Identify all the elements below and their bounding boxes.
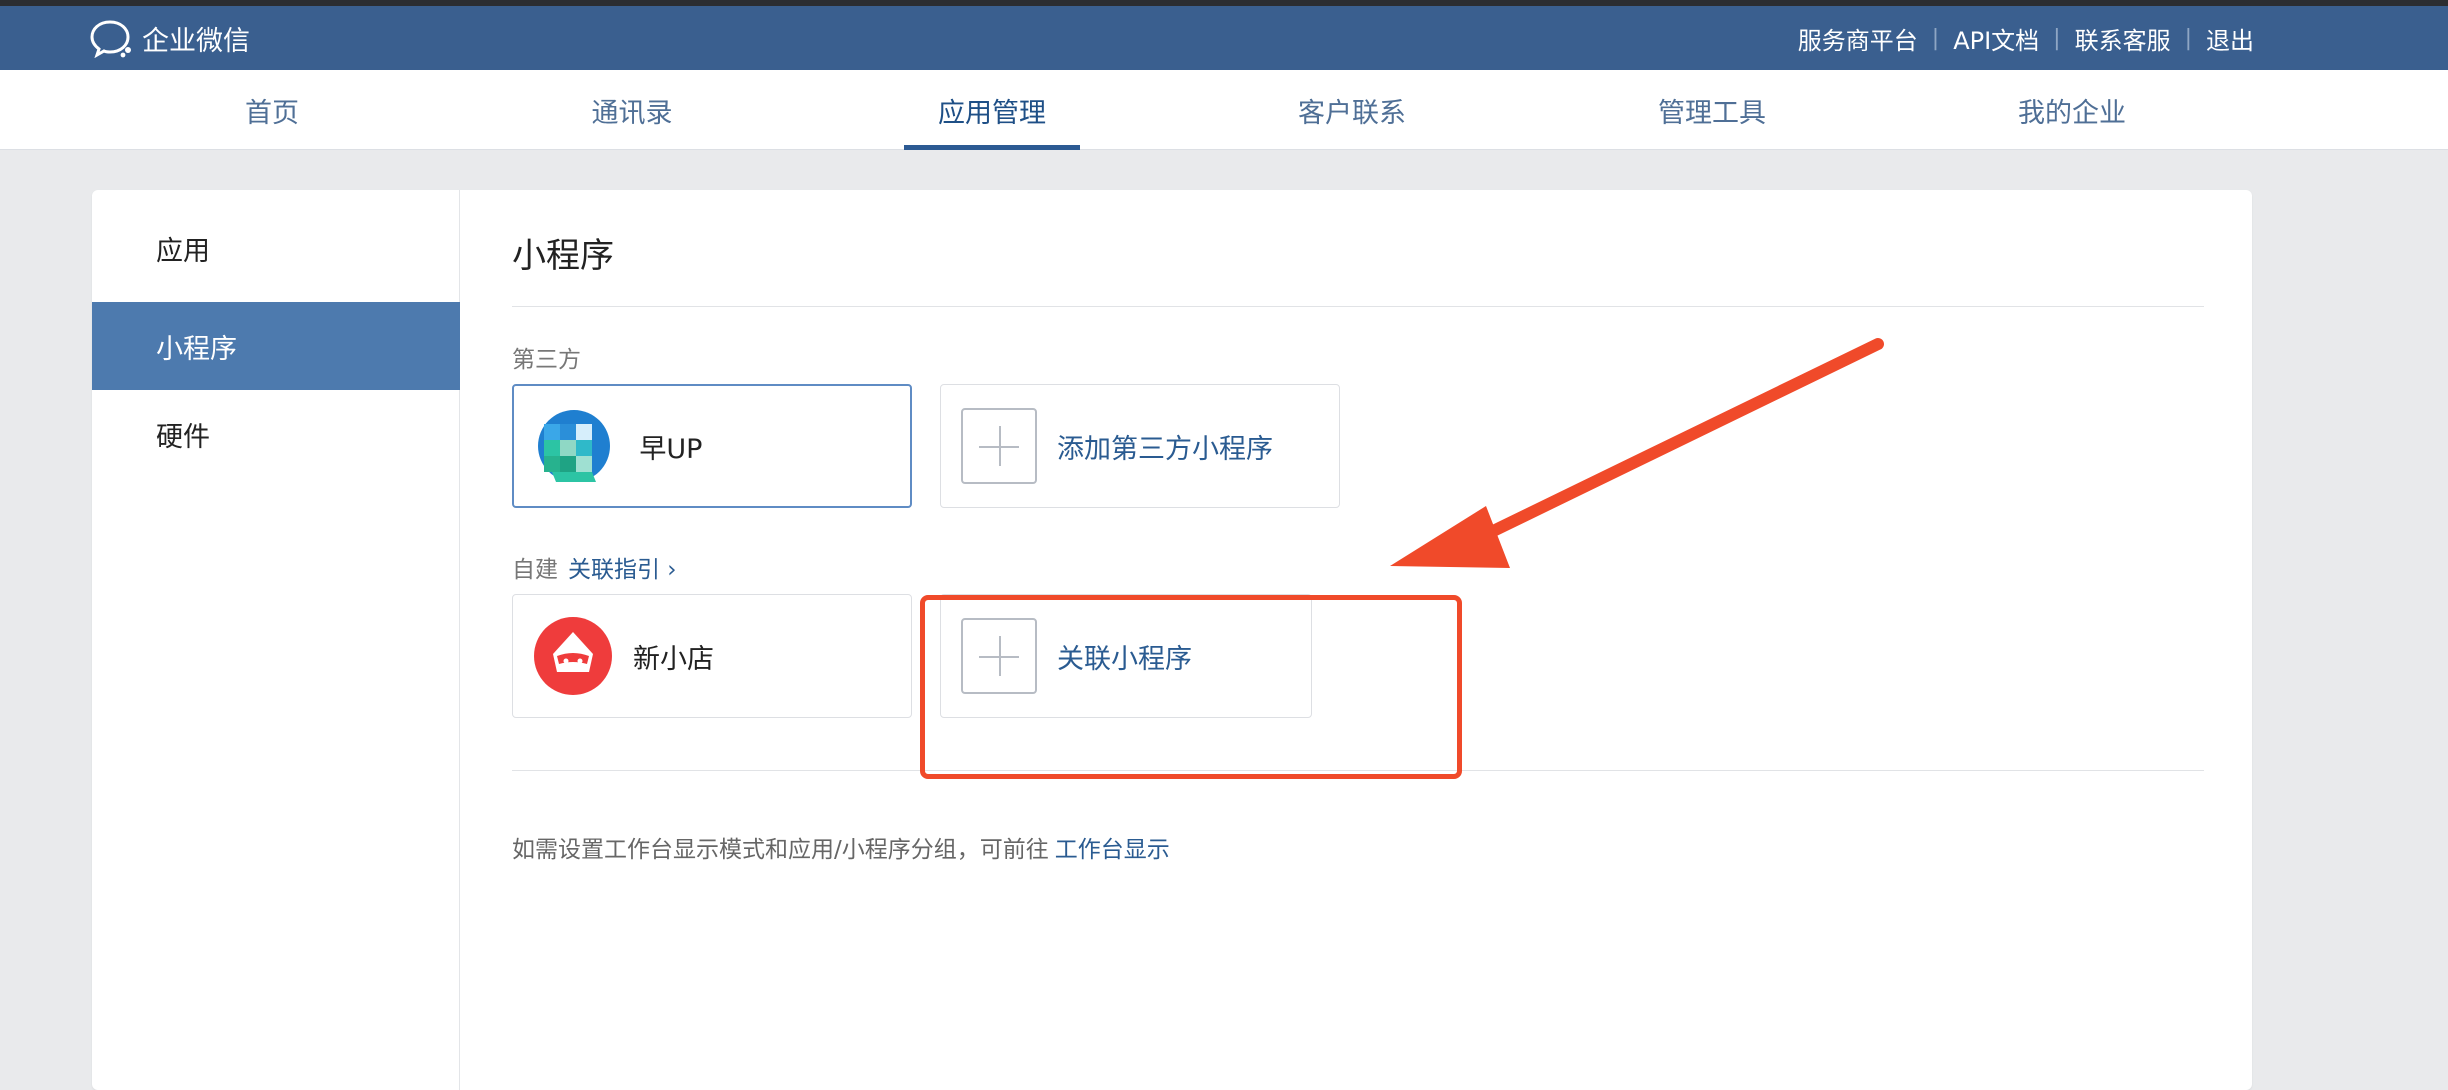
wecom-logo-icon	[90, 20, 131, 58]
link-mini-program-label: 关联小程序	[1057, 643, 1192, 675]
header-link-logout[interactable]: 退出	[2206, 21, 2254, 56]
self-built-app-tile[interactable]: 新小店	[512, 594, 912, 718]
third-party-app-tile[interactable]: 早UP	[512, 384, 912, 508]
main-nav: 首页 通讯录 应用管理 客户联系 管理工具 我的企业	[0, 70, 2448, 150]
plus-icon	[961, 408, 1037, 484]
page-title: 小程序	[512, 236, 614, 276]
third-party-section-label: 第三方	[512, 347, 581, 373]
header-link-separator: |	[2184, 25, 2192, 51]
self-built-app-name: 新小店	[633, 643, 714, 675]
section-divider	[512, 770, 2204, 771]
nav-app-management[interactable]: 应用管理	[904, 70, 1080, 150]
nav-contacts[interactable]: 通讯录	[544, 70, 720, 150]
self-built-label: 自建	[512, 557, 558, 583]
sidebar-item-apps[interactable]: 应用	[92, 204, 460, 292]
sidebar: 应用 小程序 硬件	[92, 190, 460, 1090]
brand[interactable]: 企业微信	[90, 18, 250, 58]
header-link-separator: |	[2053, 25, 2061, 51]
header-link-api-docs[interactable]: API文档	[1953, 21, 2039, 56]
brand-name: 企业微信	[142, 25, 250, 57]
nav-my-enterprise[interactable]: 我的企业	[1984, 70, 2160, 150]
top-header: 企业微信 服务商平台 | API文档 | 联系客服 | 退出	[0, 6, 2448, 70]
add-third-party-label: 添加第三方小程序	[1057, 433, 1273, 465]
content-card: 应用 小程序 硬件 小程序 第三方 早UP 添加第三方小程序 自建 关联指引 ›…	[92, 190, 2252, 1090]
third-party-app-logo-icon	[534, 406, 614, 486]
workbench-display-link[interactable]: 工作台显示	[1055, 837, 1170, 863]
title-divider	[512, 306, 2204, 307]
header-link-customer-service[interactable]: 联系客服	[2075, 21, 2171, 56]
nav-customer-contact[interactable]: 客户联系	[1264, 70, 1440, 150]
workbench-footnote: 如需设置工作台显示模式和应用/小程序分组，可前往 工作台显示	[512, 830, 1170, 864]
nav-home[interactable]: 首页	[184, 70, 360, 150]
link-mini-program-button[interactable]: 关联小程序	[940, 594, 1312, 718]
link-guide-link[interactable]: 关联指引 ›	[568, 557, 677, 583]
header-link-separator: |	[1931, 25, 1940, 51]
plus-icon	[961, 618, 1037, 694]
self-built-section-label: 自建 关联指引 ›	[512, 550, 677, 584]
header-link-provider-platform[interactable]: 服务商平台	[1798, 21, 1918, 56]
shop-app-logo-icon	[533, 616, 613, 696]
header-links: 服务商平台 | API文档 | 联系客服 | 退出	[1798, 6, 2254, 70]
sidebar-item-hardware[interactable]: 硬件	[92, 390, 460, 478]
sidebar-item-mini-programs[interactable]: 小程序	[92, 302, 460, 390]
add-third-party-mini-program-button[interactable]: 添加第三方小程序	[940, 384, 1340, 508]
main-panel: 小程序 第三方 早UP 添加第三方小程序 自建 关联指引 › 新小店 关联小程序…	[512, 190, 2204, 1090]
third-party-app-name: 早UP	[634, 433, 703, 465]
footnote-text: 如需设置工作台显示模式和应用/小程序分组，可前往	[512, 837, 1049, 863]
nav-admin-tools[interactable]: 管理工具	[1624, 70, 1800, 150]
